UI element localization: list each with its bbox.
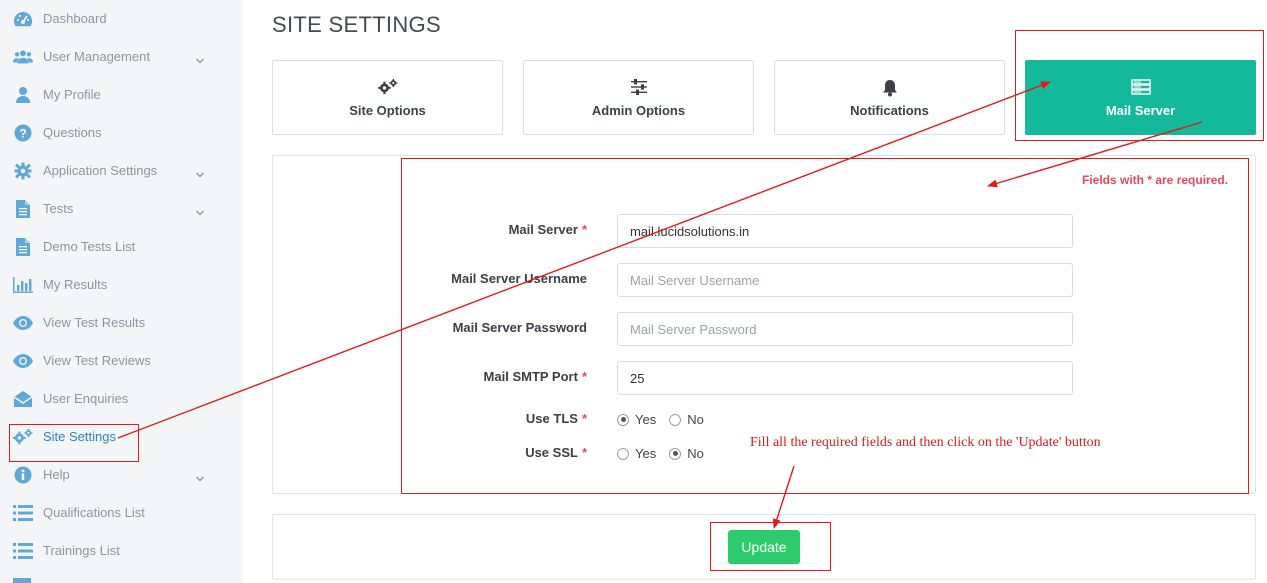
tab-site-options[interactable]: Site Options [272, 60, 503, 135]
sidebar-item-demo-tests-list[interactable]: Demo Tests List [0, 228, 243, 266]
info-icon [13, 465, 33, 485]
radio-button[interactable] [669, 447, 682, 460]
tab-label: Admin Options [591, 103, 686, 118]
list-icon [13, 578, 31, 583]
chevron-down-icon[interactable] [195, 204, 205, 216]
server-icon [1026, 79, 1255, 97]
use-ssl-label: Use SSL * [525, 445, 587, 460]
instruction-annotation: Fill all the required fields and then cl… [750, 435, 1101, 450]
tab-admin-options[interactable]: Admin Options [523, 60, 754, 135]
user-icon [13, 85, 33, 105]
sidebar-item-label: Site Settings [43, 429, 116, 444]
mail-server-password-label: Mail Server Password [452, 320, 587, 335]
eye-icon [13, 313, 33, 333]
tab-label: Site Options [349, 103, 426, 118]
document-icon [13, 237, 33, 257]
sidebar-item-label: My Results [43, 277, 108, 292]
dashboard-icon [13, 9, 33, 29]
sidebar-item-user-enquiries[interactable]: User Enquiries [0, 380, 243, 418]
chevron-down-icon[interactable] [195, 470, 205, 482]
sidebar-item-label: Tests [43, 201, 74, 216]
required-fields-note: Fields with * are required. [1082, 173, 1229, 187]
sidebar-item-label: View Test Reviews [43, 353, 151, 368]
tab-label: Mail Server [1105, 103, 1176, 118]
users-icon [13, 47, 33, 67]
sidebar-item-label: Application Settings [43, 163, 158, 178]
use-tls-yes-option[interactable]: Yes [617, 412, 656, 427]
radio-button[interactable] [617, 413, 629, 426]
list-icon [13, 503, 33, 523]
list-icon [13, 541, 33, 561]
gear-icon [13, 161, 33, 181]
sidebar-item-trainings-list[interactable]: Trainings List [0, 532, 243, 570]
bell-icon [775, 79, 1004, 97]
mail-server-label: Mail Server * [508, 222, 587, 237]
gears-icon [273, 79, 502, 97]
use-ssl-no-option[interactable]: No [669, 446, 704, 461]
sidebar-item-label: Help [43, 467, 70, 482]
page-title: SITE SETTINGS [272, 12, 441, 37]
radio-button[interactable] [669, 413, 682, 426]
question-icon: ? [13, 123, 33, 143]
sidebar-item-view-test-reviews[interactable]: View Test Reviews [0, 342, 243, 380]
mail-server-input[interactable] [617, 214, 1073, 248]
sidebar-item-label: My Profile [43, 87, 101, 102]
sliders-icon [524, 79, 753, 97]
sidebar-item-view-test-results[interactable]: View Test Results [0, 304, 243, 342]
document-icon [13, 199, 33, 219]
tab-mail-server[interactable]: Mail Server [1025, 60, 1256, 135]
sidebar-item-help[interactable]: Help [0, 456, 243, 494]
sidebar-item-my-results[interactable]: My Results [0, 266, 243, 304]
sidebar: Dashboard User Management My Profile ? Q… [0, 0, 243, 583]
sidebar-item-application-settings[interactable]: Application Settings [0, 152, 243, 190]
mail-smtp-port-label: Mail SMTP Port * [483, 369, 587, 384]
mail-smtp-port-input[interactable] [617, 361, 1073, 395]
mail-server-password-input[interactable] [617, 312, 1073, 346]
mail-server-username-label: Mail Server Username [451, 271, 587, 286]
use-ssl-radio-group: Yes No [617, 446, 717, 461]
mail-server-username-input[interactable] [617, 263, 1073, 297]
sidebar-item-label: Demo Tests List [43, 239, 136, 254]
sidebar-item-label: View Test Results [43, 315, 146, 330]
use-ssl-yes-option[interactable]: Yes [617, 446, 656, 461]
sidebar-item-label: Trainings List [43, 543, 120, 558]
use-tls-no-option[interactable]: No [669, 412, 704, 427]
sidebar-item-label: Questions [43, 125, 102, 140]
tab-notifications[interactable]: Notifications [774, 60, 1005, 135]
use-tls-radio-group: Yes No [617, 412, 717, 427]
update-button[interactable]: Update [728, 530, 800, 564]
envelope-icon [13, 389, 33, 409]
tab-label: Notifications [850, 103, 929, 118]
sidebar-item-user-management[interactable]: User Management [0, 38, 243, 76]
svg-text:?: ? [19, 127, 26, 141]
sidebar-item-qualifications-list[interactable]: Qualifications List [0, 494, 243, 532]
sidebar-item-label: User Management [43, 49, 150, 64]
sidebar-item-label: User Enquiries [43, 391, 129, 406]
sidebar-item-tests[interactable]: Tests [0, 190, 243, 228]
radio-button[interactable] [617, 447, 629, 460]
bar-chart-icon [13, 275, 33, 295]
sidebar-item-questions[interactable]: ? Questions [0, 114, 243, 152]
chevron-down-icon[interactable] [195, 166, 205, 178]
sidebar-item-site-settings[interactable]: Site Settings [0, 418, 243, 456]
sidebar-item-my-profile[interactable]: My Profile [0, 76, 243, 114]
sidebar-item-label: Qualifications List [43, 505, 145, 520]
sidebar-item-label: Dashboard [43, 11, 107, 26]
sidebar-item-dashboard[interactable]: Dashboard [0, 0, 243, 38]
use-tls-label: Use TLS * [525, 411, 587, 426]
gears-icon [13, 427, 33, 447]
chevron-down-icon[interactable] [195, 52, 205, 64]
eye-icon [13, 351, 33, 371]
